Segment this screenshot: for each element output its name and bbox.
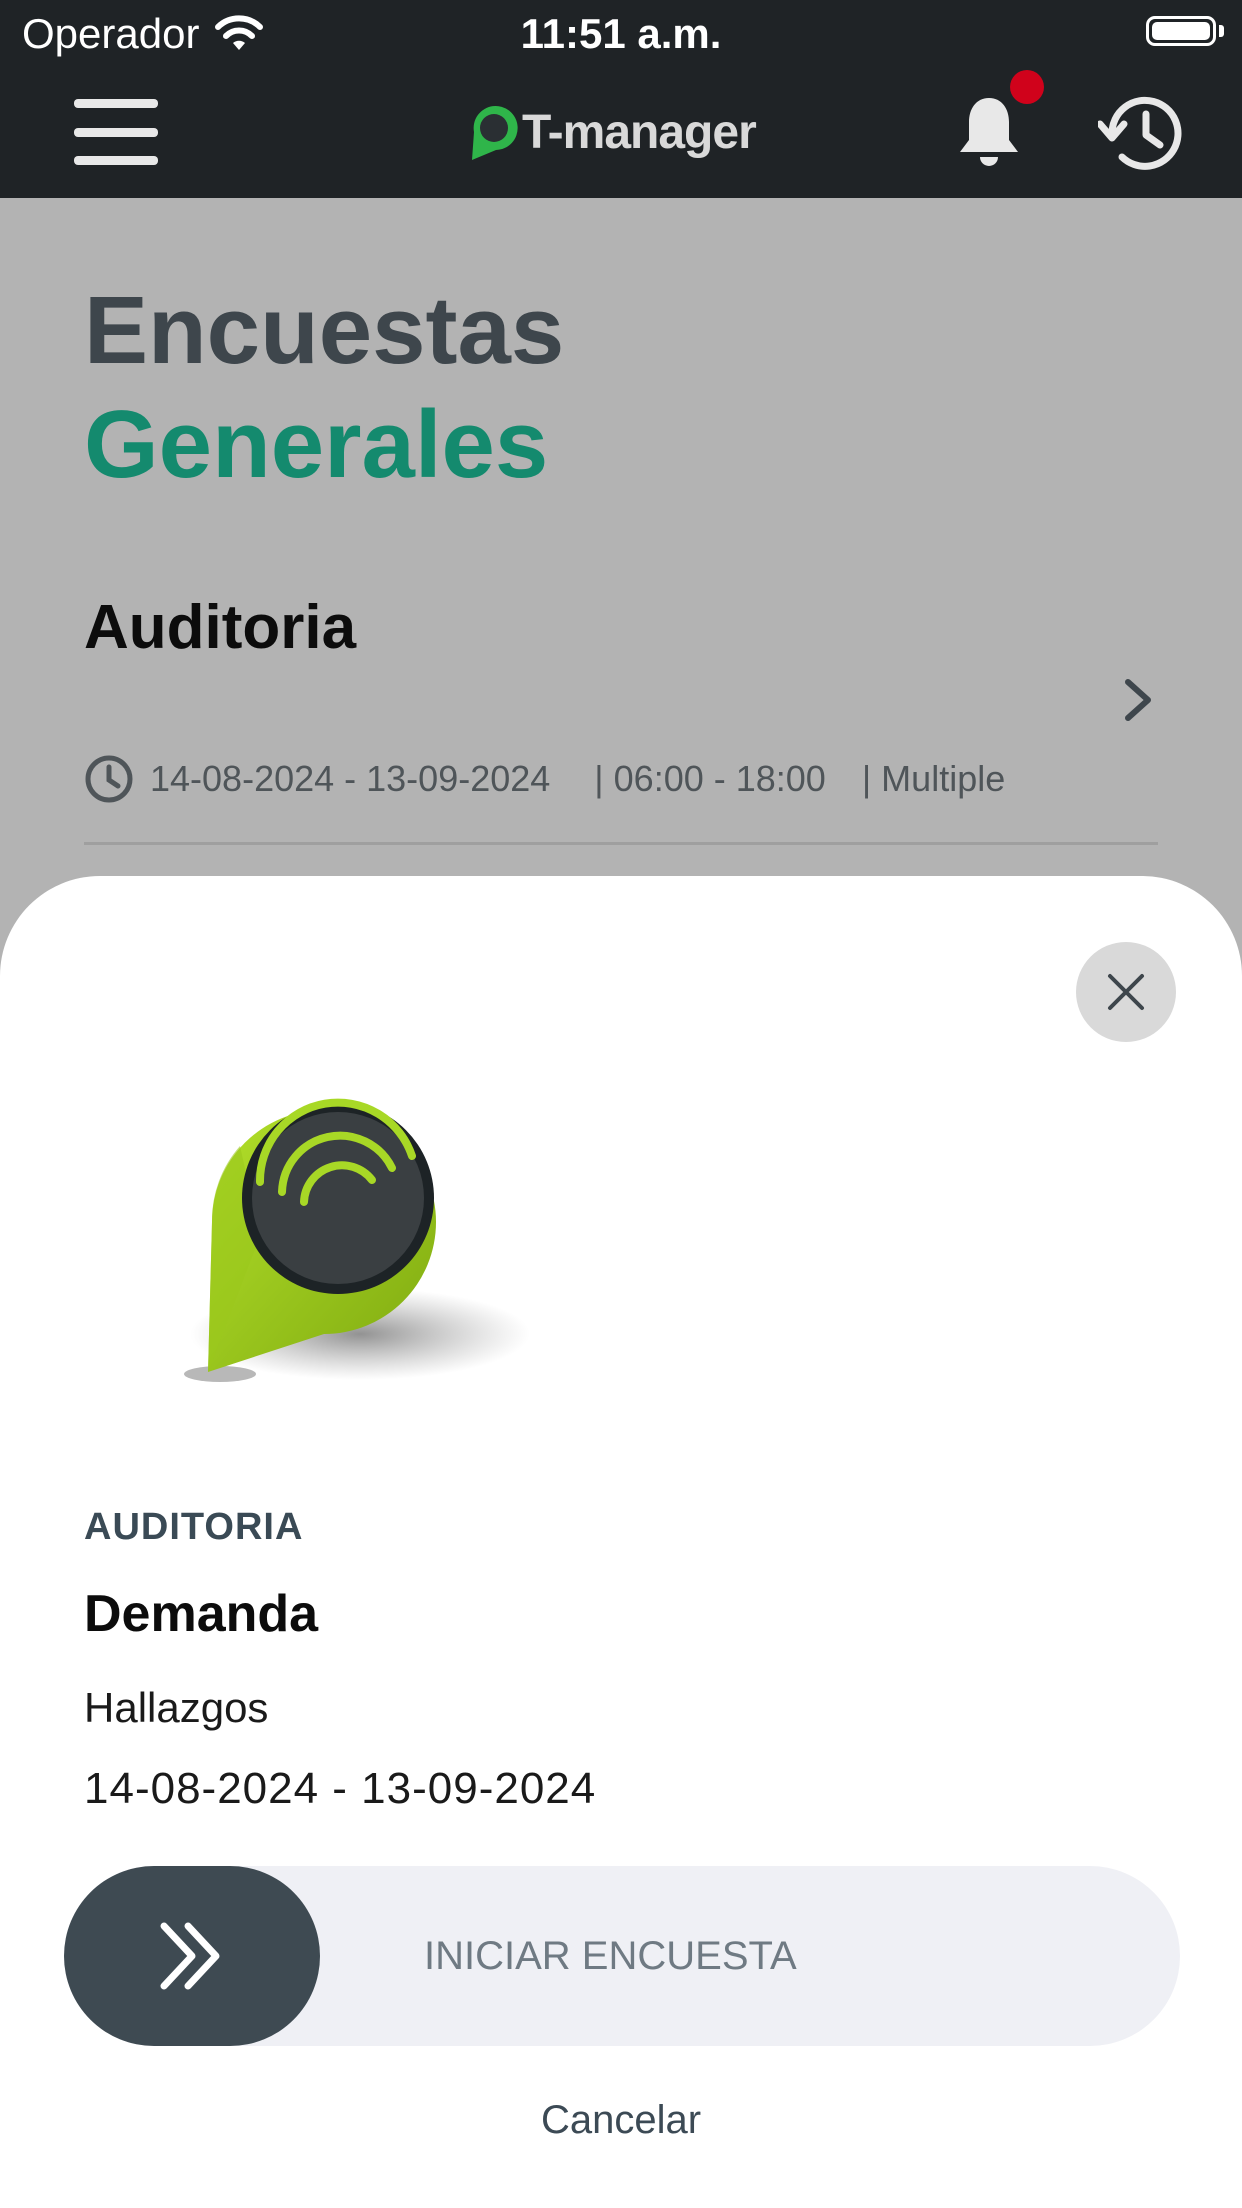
battery-icon <box>1146 16 1216 46</box>
notification-badge <box>1010 70 1044 104</box>
cancel-button[interactable]: Cancelar <box>0 2098 1242 2143</box>
bell-icon[interactable] <box>956 94 1022 170</box>
survey-dates: 14-08-2024 - 13-09-2024 <box>84 1764 597 1813</box>
page-title-line1: Encuestas <box>84 277 565 384</box>
slider-knob[interactable] <box>64 1866 320 2046</box>
survey-time-range: | 06:00 - 18:00 <box>594 758 826 799</box>
survey-type: Hallazgos <box>84 1684 269 1731</box>
clock-icon <box>85 755 133 803</box>
app-logo: T-manager <box>466 100 757 164</box>
survey-name: Demanda <box>84 1585 319 1643</box>
start-survey-slider[interactable]: INICIAR ENCUESTA <box>64 1866 1180 2046</box>
survey-item-meta: 14-08-2024 - 13-09-2024 | 06:00 - 18:00 … <box>84 754 1005 804</box>
survey-bottom-sheet: AUDITORIA Demanda Hallazgos 14-08-2024 -… <box>0 876 1242 2208</box>
battery-tip <box>1219 25 1224 37</box>
location-pin-icon <box>184 1098 530 1382</box>
history-icon[interactable] <box>1098 90 1186 176</box>
survey-frequency: | Multiple <box>861 758 1006 799</box>
page-title-line2: Generales <box>84 391 549 498</box>
chevron-right-icon[interactable] <box>1120 676 1156 724</box>
double-chevron-right-icon <box>160 1922 220 1990</box>
menu-icon[interactable] <box>74 99 158 165</box>
slider-label: INICIAR ENCUESTA <box>424 1934 797 1978</box>
status-time: 11:51 a.m. <box>520 10 722 57</box>
top-bar: Operador 11:51 a.m. T-manager <box>0 0 1242 198</box>
survey-category: AUDITORIA <box>84 1506 304 1548</box>
close-button[interactable] <box>1076 942 1176 1042</box>
logo-text: T-manager <box>522 105 757 159</box>
survey-item-title[interactable]: Auditoria <box>84 592 356 663</box>
logo-pin-icon <box>472 106 518 160</box>
close-icon <box>1108 974 1144 1010</box>
list-divider <box>84 842 1158 845</box>
survey-date-range: 14-08-2024 - 13-09-2024 <box>150 758 551 799</box>
